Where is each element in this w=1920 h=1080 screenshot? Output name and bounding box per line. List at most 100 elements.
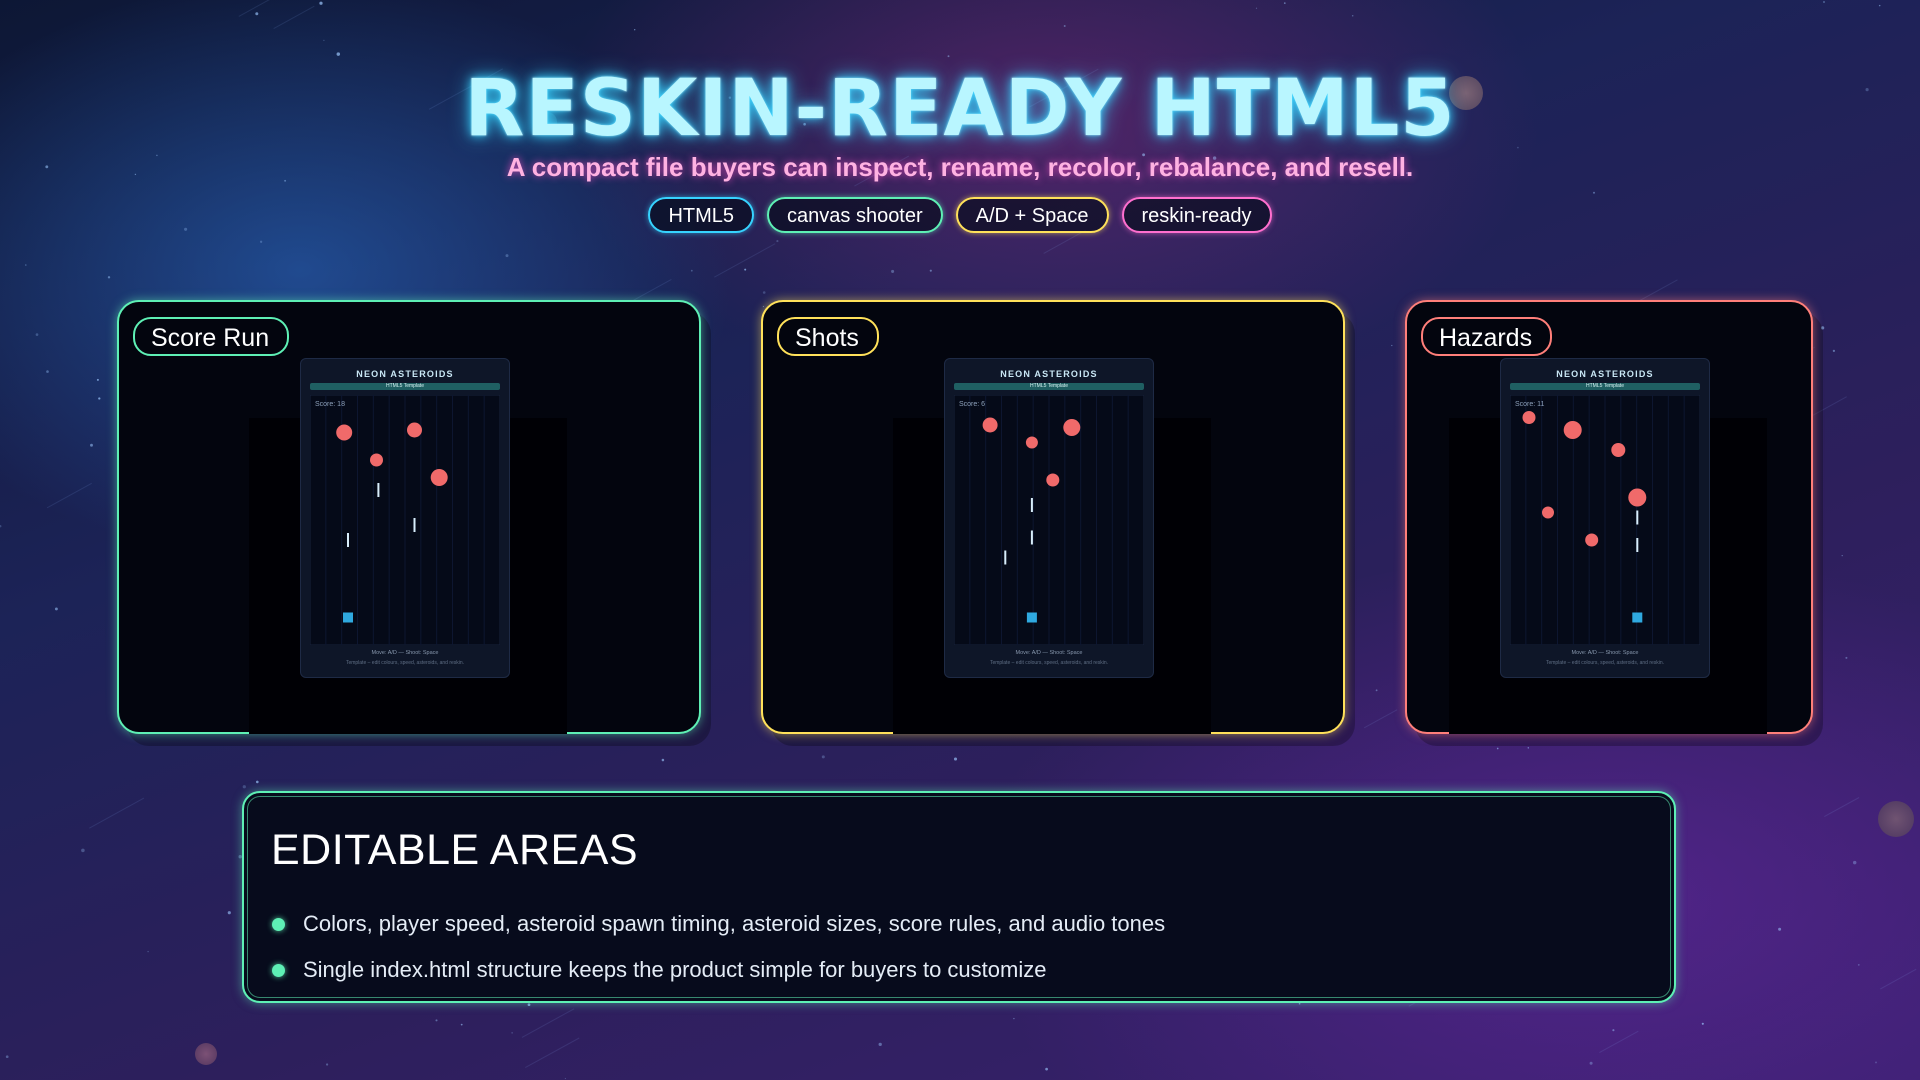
game-badge: HTML5 Template	[954, 383, 1144, 390]
editable-areas-list: Colors, player speed, asteroid spawn tim…	[272, 901, 1165, 993]
asteroid	[1522, 411, 1536, 424]
star-streak	[1599, 1030, 1639, 1054]
card-label: Score Run	[133, 317, 290, 357]
star	[90, 443, 93, 447]
star	[1875, 1061, 1877, 1064]
star	[929, 269, 932, 272]
tag-canvas-shooter: canvas shooter	[767, 197, 943, 233]
template-note: Template – edit colours, speed, asteroid…	[1545, 660, 1665, 666]
star	[35, 333, 39, 336]
star	[953, 757, 958, 761]
game-canvas[interactable]: Score: 11	[1510, 395, 1700, 645]
star	[227, 911, 231, 915]
star	[1298, 1002, 1301, 1005]
star	[5, 1055, 9, 1059]
list-item-text: Single index.html structure keeps the pr…	[303, 957, 1047, 982]
star	[1013, 1017, 1015, 1020]
star	[505, 254, 509, 258]
card-label: Hazards	[1421, 317, 1553, 357]
asteroid	[1563, 421, 1582, 439]
card-shots: Shots NEON ASTEROIDS HTML5 Template Scor…	[761, 300, 1345, 734]
bullet	[347, 533, 349, 547]
star	[744, 268, 747, 271]
star	[46, 370, 49, 373]
bullet	[1636, 510, 1639, 525]
star	[634, 29, 636, 31]
star	[1857, 964, 1860, 966]
list-item-text: Colors, player speed, asteroid spawn tim…	[303, 911, 1166, 936]
asteroid	[1025, 436, 1038, 449]
card-label: Shots	[777, 317, 879, 357]
star	[435, 1019, 438, 1022]
star-streak	[238, 0, 270, 17]
star	[1823, 1, 1825, 3]
star	[1701, 1022, 1704, 1025]
star	[107, 276, 111, 279]
template-note: Template – edit colours, speed, asteroid…	[345, 660, 465, 666]
player-ship	[1632, 612, 1643, 623]
score-readout: Score: 18	[315, 401, 345, 408]
game-badge: HTML5 Template	[310, 383, 500, 390]
bullet-dot	[272, 917, 285, 931]
star	[1778, 927, 1782, 931]
star-streak	[1824, 797, 1860, 818]
game-preview: NEON ASTEROIDS HTML5 Template Score: 18 …	[300, 358, 510, 678]
bullet	[377, 483, 380, 497]
star	[325, 1063, 329, 1066]
star	[1527, 747, 1530, 749]
controls-hint: Move: A/D — Shoot: Space	[1571, 650, 1639, 656]
star	[1496, 747, 1499, 750]
star	[690, 269, 693, 272]
decor-orb	[195, 1043, 217, 1065]
star	[1391, 344, 1393, 347]
game-title: NEON ASTEROIDS	[1556, 369, 1654, 379]
star	[336, 52, 341, 56]
tag-controls: A/D + Space	[955, 197, 1109, 233]
asteroid	[1628, 488, 1647, 507]
star	[511, 1032, 513, 1034]
star	[1832, 349, 1836, 353]
star	[762, 291, 766, 294]
star-streak	[46, 482, 92, 509]
editable-areas-panel: EDITABLE AREAS Colors, player speed, ast…	[242, 791, 1676, 1003]
star	[1351, 15, 1354, 17]
game-preview: NEON ASTEROIDS HTML5 Template Score: 11 …	[1500, 358, 1710, 678]
star	[54, 607, 58, 611]
star	[1852, 860, 1857, 865]
star	[776, 240, 779, 243]
star	[1255, 7, 1258, 9]
card-score-run: Score Run NEON ASTEROIDS HTML5 Template …	[117, 300, 701, 734]
game-badge: HTML5 Template	[1510, 383, 1700, 390]
bullet	[1030, 498, 1033, 512]
star	[242, 785, 246, 789]
template-note: Template – edit colours, speed, asteroid…	[989, 660, 1109, 666]
game-canvas[interactable]: Score: 6	[954, 395, 1144, 645]
asteroid	[1046, 473, 1060, 487]
star-streak	[714, 243, 776, 278]
star-streak	[89, 797, 145, 829]
score-readout: Score: 6	[959, 401, 985, 408]
game-canvas[interactable]: Score: 18	[310, 395, 500, 645]
star	[96, 378, 99, 381]
star-streak	[521, 1008, 575, 1038]
star	[1045, 1067, 1048, 1071]
star	[147, 950, 149, 953]
star-streak	[273, 5, 315, 30]
star	[527, 1003, 531, 1007]
asteroid	[407, 422, 422, 438]
bullet	[413, 518, 416, 532]
star	[255, 780, 259, 784]
star	[1612, 1029, 1615, 1032]
star	[661, 758, 665, 762]
player-ship	[1026, 612, 1037, 623]
decor-orb	[1878, 801, 1914, 837]
star	[1589, 1061, 1593, 1065]
asteroid	[982, 417, 998, 433]
game-preview: NEON ASTEROIDS HTML5 Template Score: 6 M…	[944, 358, 1154, 678]
star	[762, 305, 765, 308]
bullet	[1030, 530, 1033, 545]
star	[25, 264, 27, 266]
asteroid	[1585, 533, 1599, 547]
star	[1063, 25, 1066, 27]
list-item: Single index.html structure keeps the pr…	[272, 947, 1165, 993]
